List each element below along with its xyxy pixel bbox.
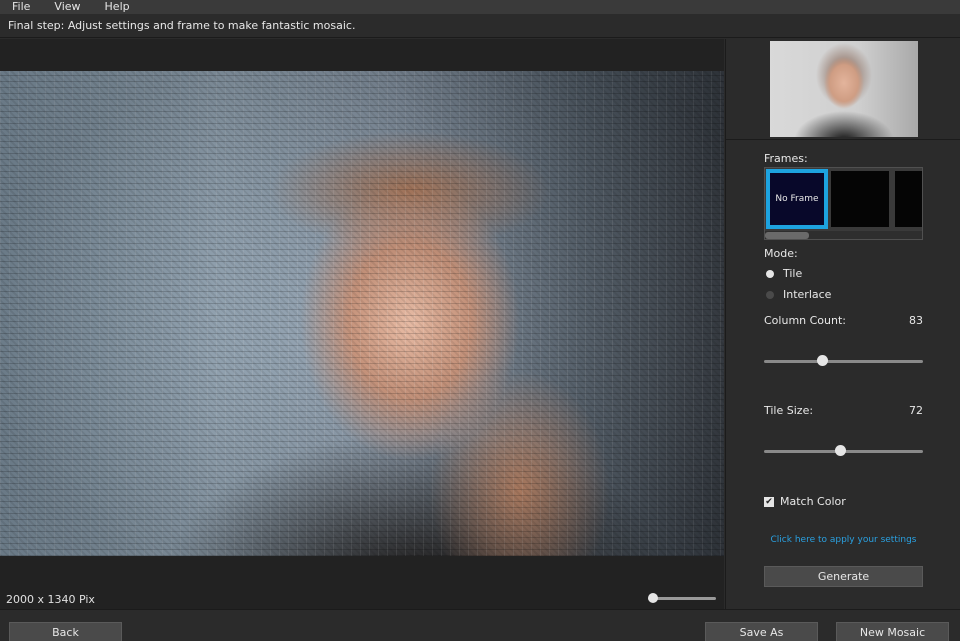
bottom-bar: Back Save As New Mosaic — [0, 609, 960, 641]
frame-option-no-frame[interactable]: No Frame — [766, 169, 828, 229]
menu-help[interactable]: Help — [93, 0, 142, 14]
mosaic-image[interactable] — [0, 71, 724, 556]
tile-size-label: Tile Size: — [764, 404, 814, 417]
mode-tile-radio[interactable]: Tile — [766, 267, 802, 280]
new-mosaic-button[interactable]: New Mosaic — [836, 622, 949, 641]
checkbox-checked-icon[interactable]: ✔ — [764, 496, 774, 507]
source-photo-preview — [770, 41, 918, 137]
settings-panel: Frames: No Frame Mode: Tile Interlace Co… — [725, 39, 960, 609]
mosaic-canvas-area: 2000 x 1340 Pix — [0, 39, 724, 609]
mode-tile-label: Tile — [783, 267, 803, 280]
column-count-slider-thumb[interactable] — [817, 355, 828, 366]
frames-gallery: No Frame — [764, 167, 923, 240]
tile-size-value: 72 — [909, 404, 923, 417]
tile-size-slider[interactable] — [764, 445, 923, 457]
frames-label: Frames: — [764, 152, 808, 165]
mode-interlace-radio[interactable]: Interlace — [766, 288, 831, 301]
image-dimensions: 2000 x 1340 Pix — [6, 593, 95, 606]
menu-bar: File View Help — [0, 0, 960, 14]
zoom-slider-thumb[interactable] — [648, 593, 658, 603]
column-count-slider[interactable] — [764, 355, 923, 367]
zoom-slider-track — [648, 597, 716, 600]
match-color-label: Match Color — [780, 495, 846, 508]
tile-size-slider-thumb[interactable] — [835, 445, 846, 456]
save-as-button[interactable]: Save As — [705, 622, 818, 641]
mode-interlace-label: Interlace — [783, 288, 832, 301]
menu-file[interactable]: File — [0, 0, 42, 14]
column-count-slider-track — [764, 360, 923, 363]
mode-label: Mode: — [764, 247, 798, 260]
radio-selected-icon — [766, 269, 774, 278]
column-count-value: 83 — [909, 314, 923, 327]
frames-scrollbar-thumb[interactable] — [765, 232, 809, 239]
apply-settings-link[interactable]: Click here to apply your settings — [726, 535, 960, 545]
match-color-checkbox[interactable]: ✔ Match Color — [764, 495, 846, 508]
generate-button[interactable]: Generate — [764, 566, 923, 587]
back-button[interactable]: Back — [9, 622, 122, 641]
menu-view[interactable]: View — [42, 0, 92, 14]
frame-option-2[interactable] — [831, 171, 889, 227]
frame-option-3[interactable] — [895, 171, 922, 227]
zoom-slider[interactable] — [648, 593, 716, 603]
instruction-text: Final step: Adjust settings and frame to… — [0, 14, 960, 38]
preview-area — [726, 39, 960, 140]
frames-scrollbar[interactable] — [765, 231, 922, 239]
frame-option-label: No Frame — [775, 194, 819, 204]
column-count-label: Column Count: — [764, 314, 846, 327]
radio-unselected-icon — [766, 290, 774, 299]
